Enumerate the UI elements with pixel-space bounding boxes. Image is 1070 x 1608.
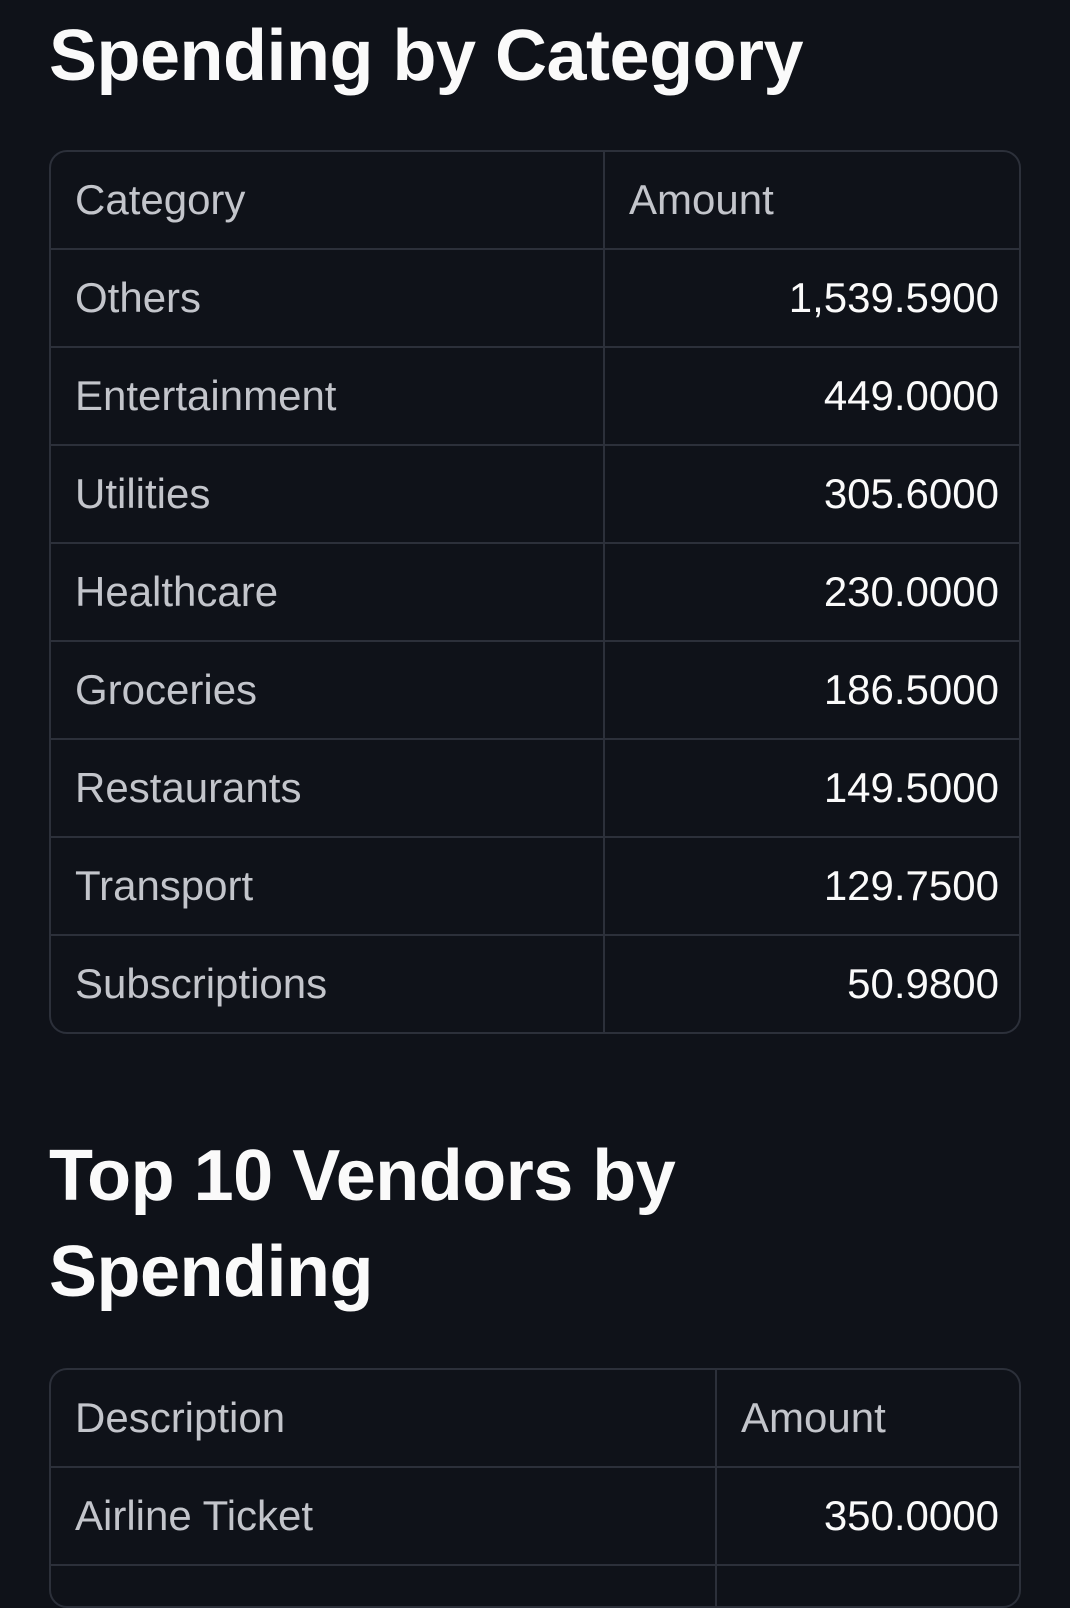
top-vendors-table[interactable]: Description Amount Airline Ticket 350.00…	[49, 1368, 1021, 1608]
category-cell[interactable]: Entertainment	[51, 348, 605, 444]
table-row[interactable]: Subscriptions 50.9800	[51, 936, 1019, 1032]
amount-cell[interactable]: 350.0000	[717, 1468, 1019, 1564]
amount-cell[interactable]	[717, 1566, 1019, 1606]
table-row[interactable]: Healthcare 230.0000	[51, 544, 1019, 642]
description-cell[interactable]	[51, 1566, 717, 1606]
top-vendors-title: Top 10 Vendors by Spending	[49, 1136, 676, 1312]
category-cell[interactable]: Others	[51, 250, 605, 346]
amount-cell[interactable]: 1,539.5900	[605, 250, 1019, 346]
amount-cell[interactable]: 305.6000	[605, 446, 1019, 542]
column-header-amount[interactable]: Amount	[717, 1370, 1019, 1466]
table-row[interactable]: Restaurants 149.5000	[51, 740, 1019, 838]
table-header-row: Category Amount	[51, 152, 1019, 250]
column-header-amount[interactable]: Amount	[605, 152, 1019, 248]
amount-cell[interactable]: 230.0000	[605, 544, 1019, 640]
category-cell[interactable]: Utilities	[51, 446, 605, 542]
amount-cell[interactable]: 449.0000	[605, 348, 1019, 444]
table-row[interactable]: Airline Ticket 350.0000	[51, 1468, 1019, 1566]
category-cell[interactable]: Subscriptions	[51, 936, 605, 1032]
table-row[interactable]	[51, 1566, 1019, 1606]
table-row[interactable]: Utilities 305.6000	[51, 446, 1019, 544]
amount-cell[interactable]: 186.5000	[605, 642, 1019, 738]
category-cell[interactable]: Transport	[51, 838, 605, 934]
table-row[interactable]: Entertainment 449.0000	[51, 348, 1019, 446]
spending-by-category-title: Spending by Category	[49, 16, 804, 96]
category-spending-table[interactable]: Category Amount Others 1,539.5900 Entert…	[49, 150, 1021, 1034]
table-row[interactable]: Groceries 186.5000	[51, 642, 1019, 740]
category-cell[interactable]: Restaurants	[51, 740, 605, 836]
table-row[interactable]: Others 1,539.5900	[51, 250, 1019, 348]
column-header-description[interactable]: Description	[51, 1370, 717, 1466]
category-cell[interactable]: Groceries	[51, 642, 605, 738]
amount-cell[interactable]: 149.5000	[605, 740, 1019, 836]
table-header-row: Description Amount	[51, 1370, 1019, 1468]
description-cell[interactable]: Airline Ticket	[51, 1468, 717, 1564]
table-row[interactable]: Transport 129.7500	[51, 838, 1019, 936]
category-cell[interactable]: Healthcare	[51, 544, 605, 640]
column-header-category[interactable]: Category	[51, 152, 605, 248]
amount-cell[interactable]: 129.7500	[605, 838, 1019, 934]
amount-cell[interactable]: 50.9800	[605, 936, 1019, 1032]
